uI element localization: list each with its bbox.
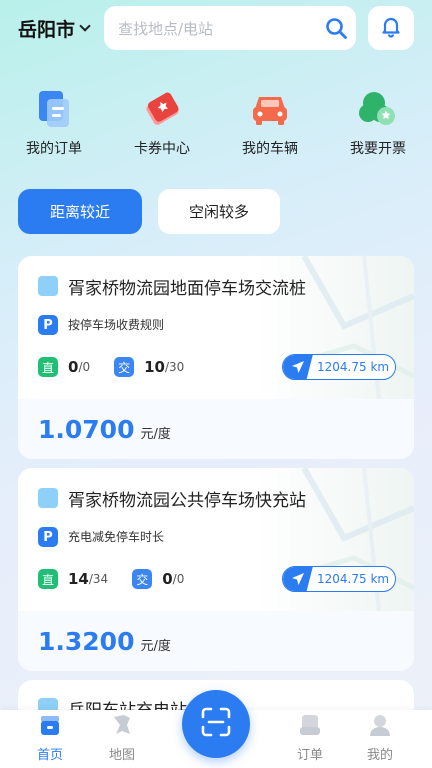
nav-label: 地图: [108, 748, 135, 763]
scan-icon: [200, 706, 232, 742]
city-name: 岳阳市: [18, 18, 76, 41]
shortcut-coupon-center[interactable]: 卡券中心: [108, 88, 216, 168]
nav-label: 订单: [296, 748, 323, 763]
nav-mine[interactable]: 我的: [350, 714, 410, 763]
direct-count: 直 0/0: [38, 357, 90, 377]
parking-rule: 充电减免停车时长: [68, 530, 165, 544]
distance: 1204.75 km: [317, 572, 390, 586]
sort-tabs: 距离较近 空闲较多: [18, 189, 280, 234]
search-icon[interactable]: [316, 8, 356, 48]
map-icon: [110, 714, 134, 740]
user-icon: [368, 714, 392, 740]
price: 1.3200: [38, 626, 135, 656]
ac-free: 0: [162, 570, 173, 588]
station-marker-icon: [38, 276, 58, 296]
ac-badge: 交: [114, 357, 135, 377]
charger-counts: 直 0/0 交 10/30: [38, 356, 208, 378]
bell-icon: [379, 14, 403, 42]
navigate-button[interactable]: 1204.75 km: [282, 354, 396, 380]
shortcut-label: 我的车辆: [242, 141, 298, 157]
distance: 1204.75 km: [317, 360, 390, 374]
price: 1.0700: [38, 414, 135, 444]
station-card-top: 胥家桥物流园地面停车场交流桩 P 按停车场收费规则 直 0/0 交 10/30 …: [18, 256, 414, 399]
station-card[interactable]: 胥家桥物流园公共停车场快充站 P 充电减免停车时长 直 14/34 交 0/0 …: [18, 468, 414, 671]
parking-rule: 按停车场收费规则: [68, 318, 165, 332]
coupon-icon: [141, 88, 183, 130]
shortcut-my-orders[interactable]: 我的订单: [0, 88, 108, 168]
header: 岳阳市 查找地点/电站: [0, 0, 432, 60]
station-name: 胥家桥物流园公共停车场快充站: [68, 491, 306, 511]
nav-label: 我的: [366, 748, 393, 763]
direct-free: 14: [68, 570, 89, 588]
direct-count: 直 14/34: [38, 569, 108, 589]
home-icon: [38, 714, 62, 740]
station-name: 胥家桥物流园地面停车场交流桩: [68, 279, 306, 299]
station-card-top: 胥家桥物流园公共停车场快充站 P 充电减免停车时长 直 14/34 交 0/0 …: [18, 468, 414, 611]
city-selector[interactable]: 岳阳市: [18, 14, 91, 42]
tab-nearest[interactable]: 距离较近: [18, 189, 142, 234]
tab-most-available[interactable]: 空闲较多: [158, 189, 280, 234]
shortcut-label: 卡券中心: [134, 141, 190, 157]
shortcut-label: 我要开票: [350, 141, 406, 157]
ac-badge: 交: [132, 569, 153, 589]
search-bar[interactable]: 查找地点/电站: [104, 6, 356, 50]
price-unit: 元/度: [140, 638, 171, 654]
parking-icon: P: [38, 527, 58, 547]
ac-total: 30: [169, 360, 185, 374]
shortcut-label: 我的订单: [26, 141, 82, 157]
ac-count: 交 10/30: [114, 357, 184, 377]
nav-orders[interactable]: 订单: [280, 714, 340, 763]
direct-badge: 直: [38, 357, 58, 377]
price-row: 1.3200 元/度: [18, 611, 414, 671]
chevron-down-icon: [79, 20, 91, 32]
shortcut-my-vehicles[interactable]: 我的车辆: [216, 88, 324, 168]
direct-badge: 直: [38, 569, 58, 589]
price-row: 1.0700 元/度: [18, 399, 414, 459]
parking-icon: P: [38, 315, 58, 335]
station-marker-icon: [38, 488, 58, 508]
navigation-arrow-icon: [283, 355, 313, 379]
search-placeholder: 查找地点/电站: [118, 19, 214, 38]
charger-counts: 直 14/34 交 0/0: [38, 568, 208, 590]
station-card[interactable]: 胥家桥物流园地面停车场交流桩 P 按停车场收费规则 直 0/0 交 10/30 …: [18, 256, 414, 459]
navigation-arrow-icon: [283, 567, 313, 591]
shortcut-invoice[interactable]: 我要开票: [324, 88, 432, 168]
nav-home[interactable]: 首页: [20, 714, 80, 763]
ac-total: 0: [176, 572, 185, 586]
car-icon: [249, 88, 291, 130]
nav-map[interactable]: 地图: [92, 714, 152, 763]
navigate-button[interactable]: 1204.75 km: [282, 566, 396, 592]
price-unit: 元/度: [140, 426, 171, 442]
order-icon: [33, 88, 75, 130]
direct-free: 0: [68, 358, 79, 376]
shortcut-grid: 我的订单 卡券中心 我的车辆 我要开票: [0, 88, 432, 168]
scan-button[interactable]: [182, 690, 250, 758]
nav-label: 首页: [36, 748, 63, 763]
direct-total: 34: [92, 572, 109, 586]
notification-button[interactable]: [368, 6, 414, 50]
ac-free: 10: [144, 358, 165, 376]
direct-total: 0: [82, 360, 91, 374]
orders-icon: [298, 714, 322, 740]
invoice-icon: [357, 88, 399, 130]
ac-count: 交 0/0: [132, 569, 184, 589]
